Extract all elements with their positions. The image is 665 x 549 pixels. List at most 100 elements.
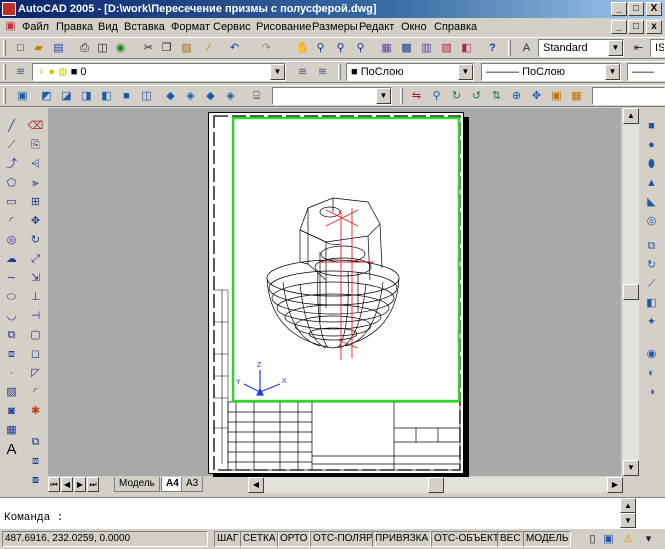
mirror-icon[interactable]: ⩤	[27, 156, 44, 173]
hatch-icon[interactable]: ▨	[3, 384, 20, 401]
color-select[interactable]: ■ ПоСлою ▼	[346, 63, 474, 81]
ne-iso-view-icon[interactable]: ◆	[202, 88, 219, 105]
coordinates-readout[interactable]: 487.6916, 232.0259, 0.0000	[2, 531, 208, 547]
lock-toolbars-icon[interactable]: ⚠	[620, 531, 637, 548]
chevron-down-icon[interactable]: ▼	[458, 64, 473, 80]
right-view-icon[interactable]: ◧	[98, 88, 115, 105]
publish-icon[interactable]: ◉	[112, 40, 129, 57]
design-center-icon[interactable]: ▩	[398, 40, 415, 57]
new-file-icon[interactable]: □	[12, 40, 29, 57]
3d-continuous-orbit-icon[interactable]: ↻	[448, 88, 465, 105]
chevron-down-icon[interactable]: ▼	[270, 64, 285, 80]
menu-help[interactable]: Справка	[434, 20, 477, 34]
osnap-toggle[interactable]: ПРИВЯЗКА	[372, 531, 432, 547]
scroll-up-icon[interactable]: ▲	[623, 108, 639, 124]
join-icon[interactable]: ◻	[27, 346, 44, 363]
cylinder-icon[interactable]: ⬮	[643, 156, 660, 173]
linetype-select[interactable]: ——— ПоСлою ▼	[481, 63, 621, 81]
stretch-icon[interactable]: ⇲	[27, 270, 44, 287]
wedge-icon[interactable]: ◣	[643, 194, 660, 211]
print-icon[interactable]: ⎙	[76, 40, 93, 57]
revision-cloud-icon[interactable]: ☁	[3, 251, 20, 268]
snap-toggle[interactable]: ШАГ	[214, 531, 242, 547]
menu-window[interactable]: Окно	[401, 20, 427, 34]
insert-block-icon[interactable]: ⧉	[3, 327, 20, 344]
paste-icon[interactable]: ▨	[178, 40, 195, 57]
circle-icon[interactable]: ◎	[3, 232, 20, 249]
layer-previous-icon[interactable]: ≋	[314, 64, 331, 81]
make-layer-current-icon[interactable]: ≋	[294, 64, 311, 81]
back-view-icon[interactable]: ◫	[138, 88, 155, 105]
ellipse-arc-icon[interactable]: ◡	[3, 308, 20, 325]
scroll-down-icon[interactable]: ▼	[623, 460, 639, 476]
scroll-thumb[interactable]	[623, 284, 639, 300]
array-icon[interactable]: ⊞	[27, 194, 44, 211]
markup-icon[interactable]: ◧	[458, 40, 475, 57]
minimize-button[interactable]: _	[611, 2, 627, 16]
layer-manager-icon[interactable]: ≋	[12, 64, 29, 81]
menu-edit[interactable]: Правка	[56, 20, 93, 34]
next-tab-icon[interactable]: ▶	[74, 477, 86, 492]
menu-file[interactable]: Файл	[22, 20, 49, 34]
render-icon[interactable]: ▦	[568, 88, 585, 105]
scroll-up-icon[interactable]: ▲	[620, 498, 636, 513]
3d-pan-icon[interactable]: ✥	[528, 88, 545, 105]
move-icon[interactable]: ✥	[27, 213, 44, 230]
union-icon[interactable]: ◉	[643, 346, 660, 363]
menu-view[interactable]: Вид	[98, 20, 118, 34]
arc-icon[interactable]: ◜	[3, 213, 20, 230]
maximize-viewport-icon[interactable]: ▣	[600, 531, 617, 548]
text-style-icon[interactable]: A	[518, 40, 535, 57]
break-icon[interactable]: ▢	[27, 327, 44, 344]
visual-style-select[interactable]	[592, 87, 665, 105]
open-folder-icon[interactable]: ▰	[30, 40, 47, 57]
doc-minimize-button[interactable]: _	[611, 20, 627, 34]
offset-icon[interactable]: ⫸	[27, 175, 44, 192]
zoom-extents-icon[interactable]: ⚲	[428, 88, 445, 105]
cone-icon[interactable]: ▲	[643, 175, 660, 192]
construction-line-icon[interactable]: ⟋	[3, 137, 20, 154]
trim-icon[interactable]: ⊥	[27, 289, 44, 306]
layer-icon[interactable]: ⧈	[27, 453, 44, 470]
scroll-left-icon[interactable]: ◀	[248, 477, 264, 493]
scale-icon[interactable]: ⤢	[27, 251, 44, 268]
group-icon[interactable]: ⧇	[27, 472, 44, 489]
copy-object-icon[interactable]: ⎘	[27, 137, 44, 154]
section-icon[interactable]: ◧	[643, 295, 660, 312]
zoom-previous-icon[interactable]: ⚲	[352, 40, 369, 57]
spline-icon[interactable]: ∼	[3, 270, 20, 287]
autocad-app-icon[interactable]	[2, 2, 16, 16]
layer-select[interactable]: ♀ ● ◍ ■ 0 ▼	[32, 63, 286, 81]
text-style-select[interactable]: Standard ▼	[538, 39, 624, 57]
front-view-icon[interactable]: ■	[118, 88, 135, 105]
named-views-icon[interactable]: ▣	[14, 88, 31, 105]
rotate-icon[interactable]: ↻	[27, 232, 44, 249]
extrude-icon[interactable]: ⧉	[643, 238, 660, 255]
comm-center-icon[interactable]: ▯	[584, 531, 601, 548]
match-properties-icon[interactable]: ⁄	[200, 40, 217, 57]
erase-icon[interactable]: ⌫	[27, 118, 44, 135]
zoom-window-icon[interactable]: ⚲	[332, 40, 349, 57]
otrack-toggle[interactable]: ОТС-ОБЪЕКТ	[431, 531, 502, 547]
doc-close-button[interactable]: x	[646, 20, 662, 34]
left-view-icon[interactable]: ◨	[78, 88, 95, 105]
menu-tools[interactable]: Сервис	[213, 20, 251, 34]
sheet-set-icon[interactable]: ▧	[438, 40, 455, 57]
viewport-frame[interactable]	[231, 116, 461, 403]
line-icon[interactable]: ╱	[3, 118, 20, 135]
tab-a3[interactable]: A3	[181, 477, 204, 492]
scroll-right-icon[interactable]: ▶	[607, 477, 623, 493]
se-iso-view-icon[interactable]: ◈	[182, 88, 199, 105]
make-block-icon[interactable]: ⧈	[3, 346, 20, 363]
lineweight-toggle[interactable]: ВЕС	[497, 531, 524, 547]
subtract-icon[interactable]: ◐	[643, 365, 660, 382]
first-tab-icon[interactable]: ⏮	[48, 477, 60, 492]
save-icon[interactable]: ▤	[50, 40, 67, 57]
region-icon[interactable]: ◙	[3, 403, 20, 420]
copy-icon[interactable]: ❐	[158, 40, 175, 57]
doc-restore-button[interactable]: □	[628, 20, 644, 34]
dim-style-select[interactable]: IS	[650, 39, 665, 57]
revolve-icon[interactable]: ↻	[643, 257, 660, 274]
chamfer-icon[interactable]: ◸	[27, 365, 44, 382]
properties-icon[interactable]: ▦	[378, 40, 395, 57]
